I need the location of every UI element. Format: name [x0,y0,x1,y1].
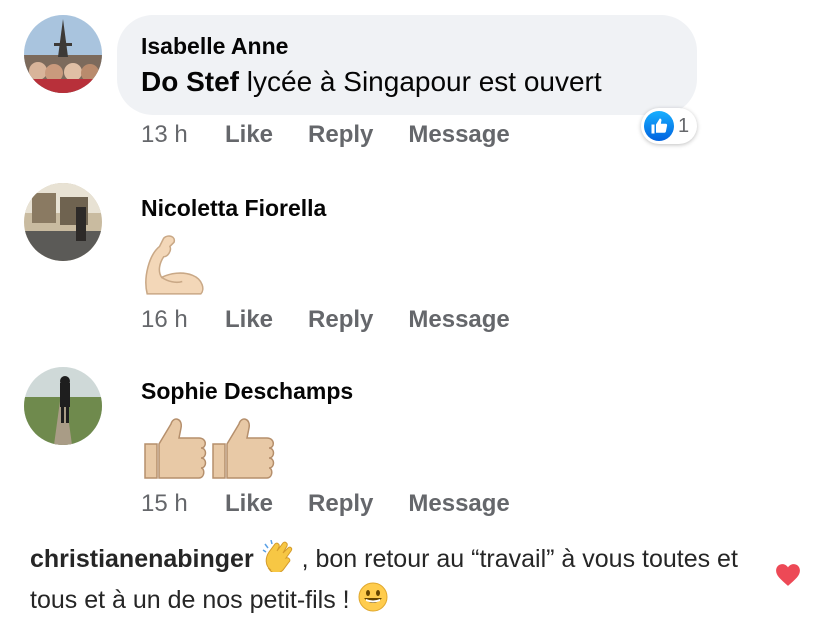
like-button[interactable]: Like [225,306,273,334]
comment-actions: 15 h Like Reply Message [141,490,545,518]
comment-actions: 16 h Like Reply Message [141,306,545,334]
reaction-count: 1 [678,114,690,137]
avatar-sophie-deschamps[interactable] [24,367,102,445]
comment-author-name[interactable]: Isabelle Anne [141,33,288,60]
instagram-username[interactable]: christianenabinger [30,545,254,573]
like-button[interactable]: Like [225,490,273,518]
avatar-photo [24,183,102,261]
comment-body: lycée à Singapour est ouvert [239,66,602,97]
comment-timestamp[interactable]: 13 h [141,121,225,149]
heart-icon[interactable] [775,563,801,592]
message-button[interactable]: Message [408,490,509,518]
avatar-photo [24,367,102,445]
comment-author-name[interactable]: Sophie Deschamps [141,378,353,405]
clapping-hands-icon [261,539,295,581]
message-button[interactable]: Message [408,121,509,149]
reaction-summary[interactable]: 1 [641,108,698,144]
comment-author-name[interactable]: Nicoletta Fiorella [141,195,326,222]
reply-button[interactable]: Reply [308,121,373,149]
reply-button[interactable]: Reply [308,490,373,518]
grinning-face-icon [357,581,389,622]
comment-timestamp[interactable]: 16 h [141,306,225,334]
comment-timestamp[interactable]: 15 h [141,490,225,518]
avatar-isabelle-anne[interactable] [24,15,102,93]
reply-button[interactable]: Reply [308,306,373,334]
flexed-biceps-icon [141,232,207,303]
thumbs-up-emoji-icon [141,414,275,487]
comment-actions: 13 h Like Reply Message [141,121,545,149]
message-button[interactable]: Message [408,306,509,334]
avatar-photo [24,15,102,93]
tagged-user[interactable]: Do Stef [141,66,239,97]
comment-bubble [117,15,697,115]
like-button[interactable]: Like [225,121,273,149]
avatar-nicoletta-fiorella[interactable] [24,183,102,261]
comment-text: Do Stef lycée à Singapour est ouvert [141,66,602,98]
instagram-comment: christianenabinger , bon retour au “trav… [30,539,750,622]
thumbs-up-icon [644,111,674,141]
